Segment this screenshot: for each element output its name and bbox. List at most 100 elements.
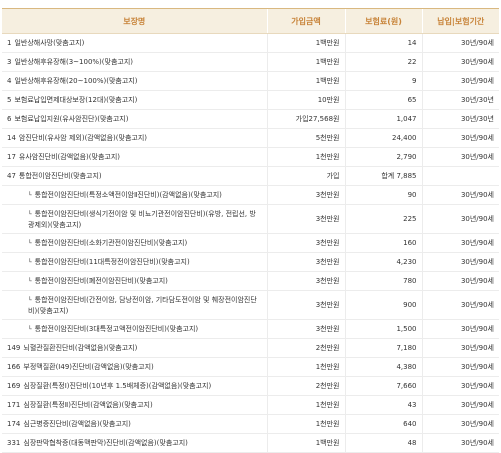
join-amount-cell: 10만원 xyxy=(266,90,345,110)
premium-cell: 7,180 xyxy=(344,338,422,358)
coverage-name-cell: 171 심장질환(특정Ⅱ)진단비(감액없음)(맞춤고지) xyxy=(2,395,267,415)
join-amount-cell: 가입 xyxy=(266,166,345,186)
coverage-name: 통합전이암진단비(폐전이암진단비)(맞춤고지) xyxy=(34,276,168,285)
coverage-name-cell: 166 부정맥질환(Ⅰ49)진단비(감액없음)(맞춤고지) xyxy=(2,357,267,377)
coverage-name: 심근병증진단비(감액없음)(맞춤고지) xyxy=(23,420,131,428)
table-row: 14 암진단비(유사암 제외)(감액없음)(맞춤고지) 5천만원 24,400 30년/… xyxy=(2,128,499,148)
premium-cell: 24,400 xyxy=(344,128,422,148)
header-period: 납입|보험기간 xyxy=(421,8,499,34)
table-row: 166 부정맥질환(Ⅰ49)진단비(감액없음)(맞춤고지) 1천만원 4,380 30년… xyxy=(2,357,499,377)
join-amount-cell: 3천만원 xyxy=(266,271,345,291)
coverage-number: 5 xyxy=(7,96,12,104)
coverage-name-cell: 3 일반상해후유장해(3~100%)(맞춤고지) xyxy=(2,52,267,72)
coverage-number: 14 xyxy=(7,134,16,142)
period-cell: 30년/90세 xyxy=(421,319,499,339)
coverage-name: 심장판막협착증(대동맥판막)진단비(감액없음)(맞춤고지) xyxy=(23,439,188,447)
join-amount-cell: 3천만원 xyxy=(266,185,345,205)
coverage-name-cell: 4 일반상해후유장해(20~100%)(맞춤고지) xyxy=(2,71,267,91)
header-coverage-name: 보장명 xyxy=(2,8,267,34)
coverage-name: 보험료납입면제대상보장(12대)(맞춤고지) xyxy=(14,96,138,104)
coverage-name: 통합전이암진단비(맞춤고지) xyxy=(18,172,102,180)
join-amount-cell: 3천만원 xyxy=(266,290,345,320)
header-premium: 보험료(원) xyxy=(344,8,422,34)
table-subrow: └ 통합전이암진단비(소화기관전이암진단비)(맞춤고지) 3천만원 160 30년/90… xyxy=(2,233,499,253)
table-subrow: └ 통합전이암진단비(3대특정고액전이암진단비)(맞춤고지) 3천만원 1,500 30… xyxy=(2,319,499,339)
sub-item-mark-icon: └ xyxy=(28,296,32,304)
join-amount-cell: 가입27,568원 xyxy=(266,109,345,129)
table-subrow: └ 통합전이암진단비(생식기전이암 및 비뇨기관전이암진단비)(유방, 전립선, … xyxy=(2,204,499,234)
coverage-number: 1 xyxy=(7,39,12,47)
sub-item-mark-icon: └ xyxy=(28,277,32,285)
coverage-name: 통합전이암진단비(소화기관전이암진단비)(맞춤고지) xyxy=(34,238,188,247)
premium-cell: 780 xyxy=(344,271,422,291)
period-cell: 30년/90세 xyxy=(421,338,499,358)
sub-item-mark-icon: └ xyxy=(28,210,32,218)
coverage-name-cell: 17 유사암진단비(감액없음)(맞춤고지) xyxy=(2,147,267,167)
period-cell: 30년/90세 xyxy=(421,233,499,253)
coverage-name: 통합전이암진단비(3대특정고액전이암진단비)(맞춤고지) xyxy=(34,324,199,333)
coverage-name: 통합전이암진단비(생식기전이암 및 비뇨기관전이암진단비)(유방, 전립선, 방… xyxy=(28,209,256,229)
period-cell xyxy=(421,166,499,186)
join-amount-cell: 1백만원 xyxy=(266,433,345,453)
coverage-name: 유사암진단비(감액없음)(맞춤고지) xyxy=(18,153,121,161)
coverage-name: 뇌혈관질환진단비(감액없음)(맞춤고지) xyxy=(23,344,138,352)
table-header-row: 보장명 가입금액 보험료(원) 납입|보험기간 xyxy=(2,8,499,34)
period-cell: 30년/90세 xyxy=(421,357,499,377)
coverage-name: 통합전이암진단비(간전이암, 담낭전이암, 기타담도전이암 및 췌장전이암진단비… xyxy=(28,295,257,315)
premium-cell: 43 xyxy=(344,395,422,415)
premium-cell: 160 xyxy=(344,233,422,253)
premium-cell: 합계 7,885 xyxy=(344,166,422,186)
coverage-name: 심장질환(특정Ⅱ)진단비(감액없음)(맞춤고지) xyxy=(23,401,153,409)
table-row: 6 보험료납입지원(유사암진단)(맞춤고지) 가입27,568원 1,047 30년/3… xyxy=(2,109,499,129)
table-subrow: └ 통합전이암진단비(11대특정전이암진단비)(맞춤고지) 3천만원 4,230 30년… xyxy=(2,252,499,272)
coverage-table: 보장명 가입금액 보험료(원) 납입|보험기간 1 일반상해사망(맞춤고지) 1백만… xyxy=(2,8,499,453)
coverage-name-cell: 174 심근병증진단비(감액없음)(맞춤고지) xyxy=(2,414,267,434)
coverage-number: 3 xyxy=(7,58,12,66)
premium-cell: 225 xyxy=(344,204,422,234)
join-amount-cell: 2천만원 xyxy=(266,376,345,396)
join-amount-cell: 5천만원 xyxy=(266,128,345,148)
coverage-number: 171 xyxy=(7,401,21,409)
table-row: 149 뇌혈관질환진단비(감액없음)(맞춤고지) 2천만원 7,180 30년/90세 xyxy=(2,338,499,358)
coverage-name: 일반상해후유장해(20~100%)(맞춤고지) xyxy=(14,77,138,85)
join-amount-cell: 1백만원 xyxy=(266,71,345,91)
coverage-name-cell: 1 일반상해사망(맞춤고지) xyxy=(2,33,267,53)
premium-cell: 4,380 xyxy=(344,357,422,377)
period-cell: 30년/90세 xyxy=(421,128,499,148)
coverage-name: 통합전이암진단비(11대특정전이암진단비)(맞춤고지) xyxy=(34,257,190,266)
period-cell: 30년/90세 xyxy=(421,33,499,53)
join-amount-cell: 1천만원 xyxy=(266,357,345,377)
premium-cell: 14 xyxy=(344,33,422,53)
table-row: 331 심장판막협착증(대동맥판막)진단비(감액없음)(맞춤고지) 1백만원 48 30… xyxy=(2,433,499,453)
sub-item-mark-icon: └ xyxy=(28,258,32,266)
coverage-name-cell: 169 심장질환(특정Ⅰ)진단비(10년후 1.5배체증)(감액없음)(맞춤고지) xyxy=(2,376,267,396)
coverage-name-cell: └ 통합전이암진단비(간전이암, 담낭전이암, 기타담도전이암 및 췌장전이암진단… xyxy=(2,290,267,320)
header-join-amount: 가입금액 xyxy=(266,8,345,34)
join-amount-cell: 1천만원 xyxy=(266,414,345,434)
premium-cell: 640 xyxy=(344,414,422,434)
coverage-name-cell: 331 심장판막협착증(대동맥판막)진단비(감액없음)(맞춤고지) xyxy=(2,433,267,453)
join-amount-cell: 1백만원 xyxy=(266,33,345,53)
premium-cell: 900 xyxy=(344,290,422,320)
period-cell: 30년/90세 xyxy=(421,414,499,434)
join-amount-cell: 2천만원 xyxy=(266,338,345,358)
period-cell: 30년/90세 xyxy=(421,271,499,291)
coverage-name-cell: 47 통합전이암진단비(맞춤고지) xyxy=(2,166,267,186)
table-subrow: └ 통합전이암진단비(간전이암, 담낭전이암, 기타담도전이암 및 췌장전이암진단… xyxy=(2,290,499,320)
premium-cell: 1,047 xyxy=(344,109,422,129)
coverage-number: 149 xyxy=(7,344,21,352)
premium-cell: 2,790 xyxy=(344,147,422,167)
join-amount-cell: 3천만원 xyxy=(266,233,345,253)
coverage-name-cell: └ 통합전이암진단비(3대특정고액전이암진단비)(맞춤고지) xyxy=(2,319,267,339)
coverage-name: 일반상해사망(맞춤고지) xyxy=(14,39,85,47)
period-cell: 30년/30년 xyxy=(421,90,499,110)
period-cell: 30년/90세 xyxy=(421,71,499,91)
table-row: 1 일반상해사망(맞춤고지) 1백만원 14 30년/90세 xyxy=(2,33,499,53)
premium-cell: 65 xyxy=(344,90,422,110)
coverage-name-cell: 149 뇌혈관질환진단비(감액없음)(맞춤고지) xyxy=(2,338,267,358)
sub-item-mark-icon: └ xyxy=(28,239,32,247)
coverage-number: 174 xyxy=(7,420,21,428)
sub-item-mark-icon: └ xyxy=(28,191,32,199)
join-amount-cell: 3천만원 xyxy=(266,204,345,234)
table-subrow: └ 통합전이암진단비(폐전이암진단비)(맞춤고지) 3천만원 780 30년/90세 xyxy=(2,271,499,291)
